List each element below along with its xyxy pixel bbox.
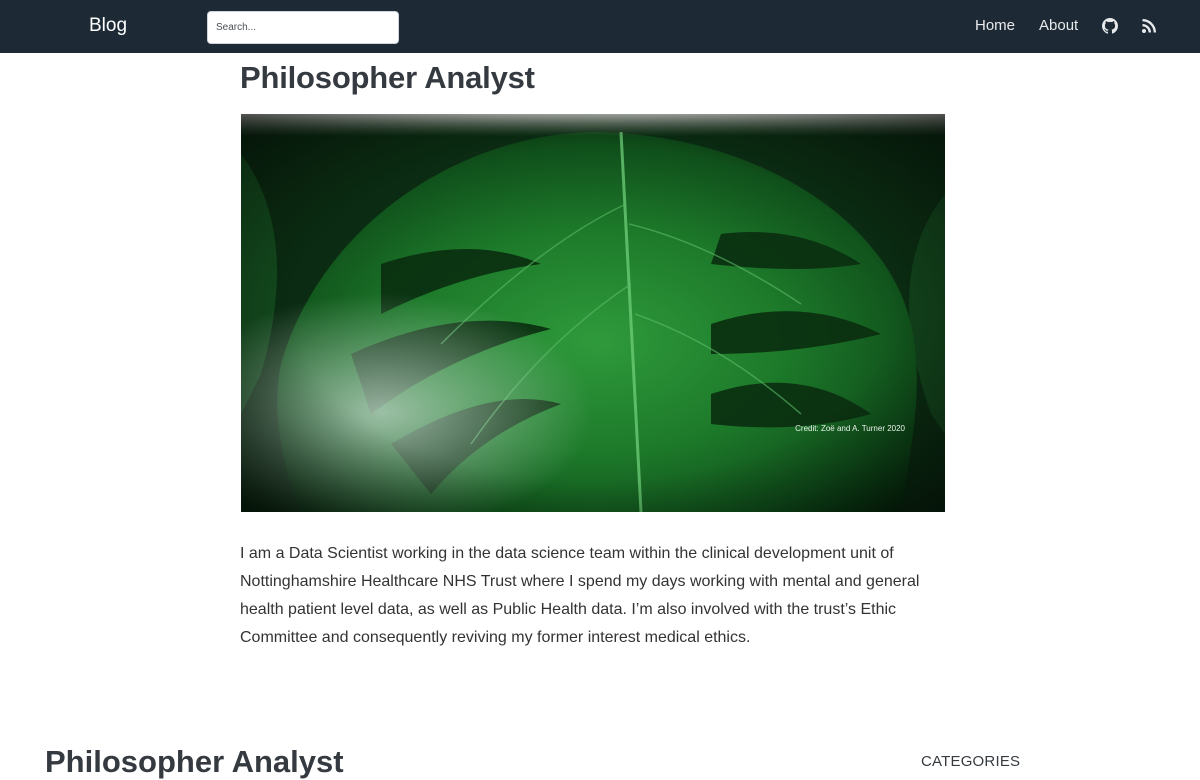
github-icon[interactable] <box>1102 18 1118 34</box>
top-navbar: Blog Home About <box>0 0 1200 53</box>
about-body-text: I am a Data Scientist working in the dat… <box>240 545 920 646</box>
rss-icon[interactable] <box>1141 18 1157 34</box>
brand-link[interactable]: Blog <box>89 15 127 37</box>
hero-leaf-image: Credit: Zoë and A. Turner 2020 <box>241 114 945 512</box>
nav-home-link[interactable]: Home <box>975 17 1015 34</box>
about-title: Philosopher Analyst <box>240 60 535 95</box>
nav-about-link[interactable]: About <box>1039 17 1078 34</box>
search-input[interactable] <box>207 11 399 44</box>
categories-heading: CATEGORIES <box>921 753 1021 770</box>
listing-title: Philosopher Analyst <box>45 744 344 779</box>
image-credit: Credit: Zoë and A. Turner 2020 <box>795 424 905 433</box>
